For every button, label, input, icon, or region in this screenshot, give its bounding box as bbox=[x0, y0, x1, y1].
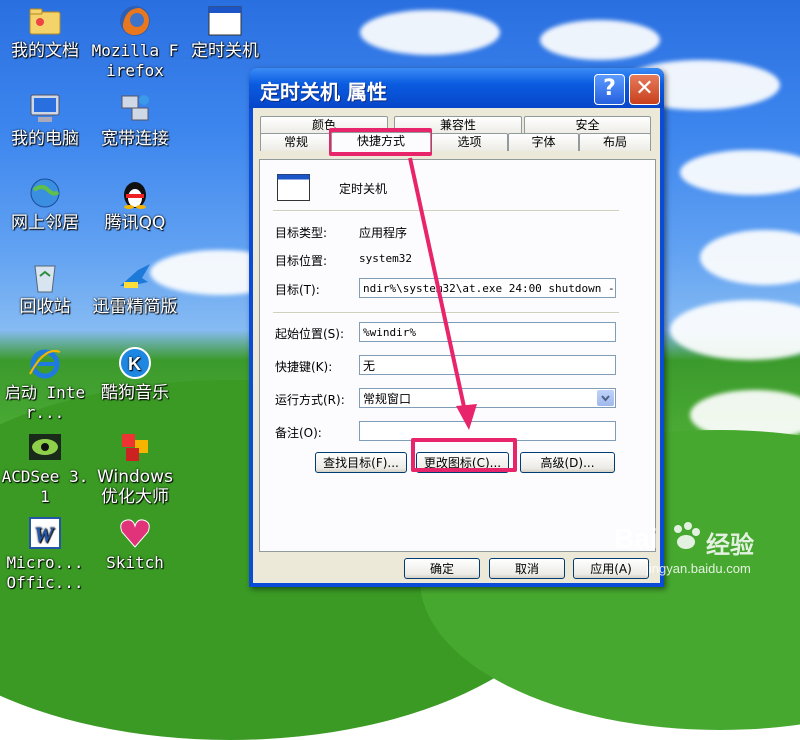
ok-button[interactable]: 确定 bbox=[404, 558, 480, 579]
target-type-label: 目标类型: bbox=[275, 226, 328, 240]
desktop-icon-firefox[interactable]: Mozilla Firefox bbox=[90, 4, 180, 81]
desktop-icon-label: Mozilla Firefox bbox=[91, 41, 179, 80]
folder-icon bbox=[28, 4, 62, 38]
svg-text:K: K bbox=[128, 354, 141, 374]
recycle-bin-icon bbox=[28, 260, 62, 294]
desktop-icon-label: 定时关机 bbox=[191, 41, 259, 61]
run-label: 运行方式(R): bbox=[275, 393, 345, 407]
network-connection-icon bbox=[118, 92, 152, 126]
paw-icon bbox=[668, 519, 702, 556]
start-in-label: 起始位置(S): bbox=[275, 327, 345, 341]
desktop-icon-label: 我的文档 bbox=[11, 41, 79, 61]
dialog-title: 定时关机 属性 bbox=[260, 80, 387, 104]
desktop-icon-ie[interactable]: 启动 Inter... bbox=[0, 346, 90, 423]
desktop-icon-label: ACDSee 3.1 bbox=[1, 467, 89, 506]
heart-icon bbox=[118, 516, 152, 550]
divider bbox=[273, 312, 619, 314]
tab-font[interactable]: 字体 bbox=[508, 133, 579, 151]
word-icon: W bbox=[28, 516, 62, 550]
desktop-icon-my-computer[interactable]: 我的电脑 bbox=[0, 92, 90, 149]
desktop-icon-qq[interactable]: 腾讯QQ bbox=[90, 176, 180, 233]
target-location-value: system32 bbox=[359, 252, 412, 265]
start-in-field[interactable]: %windir% bbox=[359, 322, 616, 342]
desktop-icon-label: 宽带连接 bbox=[101, 129, 169, 149]
advanced-button[interactable]: 高级(D)... bbox=[520, 452, 615, 473]
desktop-icon-label: Skitch bbox=[106, 553, 164, 572]
globe-icon bbox=[28, 176, 62, 210]
desktop-icon-office[interactable]: W Micro... Offic... bbox=[0, 516, 90, 593]
desktop-icon-label: 回收站 bbox=[19, 297, 71, 317]
shortcut-key-label: 快捷键(K): bbox=[275, 360, 333, 374]
optimizer-cubes-icon bbox=[118, 430, 152, 464]
tab-security[interactable]: 安全 bbox=[524, 116, 651, 134]
computer-icon bbox=[28, 92, 62, 126]
run-select-value: 常规窗口 bbox=[363, 392, 412, 406]
desktop-icon-network[interactable]: 网上邻居 bbox=[0, 176, 90, 233]
desktop-icon-label: Micro... Offic... bbox=[6, 553, 84, 592]
desktop-icon-broadband[interactable]: 宽带连接 bbox=[90, 92, 180, 149]
internet-explorer-icon bbox=[28, 346, 62, 380]
desktop-icon-thunder[interactable]: 迅雷精简版 bbox=[90, 260, 180, 317]
highlight-change-icon-button bbox=[411, 438, 517, 472]
properties-dialog: 定时关机 属性 ? ✕ 颜色 兼容性 安全 常规 快捷方式 选项 字体 布局 定… bbox=[249, 68, 664, 587]
dialog-client-area: 颜色 兼容性 安全 常规 快捷方式 选项 字体 布局 定时关机 目标类型: 应用… bbox=[253, 108, 660, 583]
tab-layout[interactable]: 布局 bbox=[579, 133, 651, 151]
tab-general[interactable]: 常规 bbox=[260, 133, 332, 151]
tab-options[interactable]: 选项 bbox=[431, 133, 508, 151]
help-button[interactable]: ? bbox=[594, 74, 625, 105]
desktop-icon-acdsee[interactable]: ACDSee 3.1 bbox=[0, 430, 90, 507]
desktop-icon-recycle-bin[interactable]: 回收站 bbox=[0, 260, 90, 317]
eye-icon bbox=[28, 430, 62, 464]
chevron-down-icon[interactable] bbox=[597, 390, 614, 406]
watermark-url: jingyan.baidu.com bbox=[646, 561, 751, 576]
divider bbox=[273, 210, 619, 212]
svg-text:W: W bbox=[34, 522, 55, 547]
desktop-icon-label: 启动 Inter... bbox=[4, 383, 86, 422]
shortcut-window-icon bbox=[277, 174, 311, 205]
target-type-value: 应用程序 bbox=[359, 226, 408, 240]
desktop-icon-label: 腾讯QQ bbox=[104, 213, 166, 233]
desktop-icon-label: Windows 优化大师 bbox=[97, 467, 173, 507]
desktop-icon-skitch[interactable]: Skitch bbox=[90, 516, 180, 573]
window-icon bbox=[208, 4, 242, 38]
desktop-icon-label: 酷狗音乐 bbox=[101, 383, 169, 403]
desktop-icon-shutdown-timer[interactable]: 定时关机 bbox=[180, 4, 270, 61]
desktop-icon-label: 网上邻居 bbox=[11, 213, 79, 233]
dialog-titlebar[interactable]: 定时关机 属性 ? ✕ bbox=[249, 68, 664, 108]
watermark-brand: Bai bbox=[614, 523, 658, 554]
penguin-icon bbox=[118, 176, 152, 210]
desktop-icon-label: 迅雷精简版 bbox=[92, 297, 178, 317]
target-label: 目标(T): bbox=[275, 283, 320, 297]
comment-label: 备注(O): bbox=[275, 426, 322, 440]
shortcut-key-field[interactable]: 无 bbox=[359, 355, 616, 375]
firefox-icon bbox=[118, 4, 152, 38]
shortcut-name: 定时关机 bbox=[339, 182, 388, 196]
desktop-icon-kugou[interactable]: K 酷狗音乐 bbox=[90, 346, 180, 403]
target-location-label: 目标位置: bbox=[275, 254, 328, 268]
find-target-button[interactable]: 查找目标(F)... bbox=[315, 452, 407, 473]
desktop-icon-my-documents[interactable]: 我的文档 bbox=[0, 4, 90, 61]
kugou-icon: K bbox=[118, 346, 152, 380]
desktop-icon-label: 我的电脑 bbox=[11, 129, 79, 149]
baidu-watermark: Bai 经验 jingyan.baidu.com bbox=[608, 505, 798, 585]
run-select[interactable]: 常规窗口 bbox=[359, 388, 616, 408]
thunder-bird-icon bbox=[118, 260, 152, 294]
desktop-icon-windows-optimizer[interactable]: Windows 优化大师 bbox=[90, 430, 180, 507]
target-field[interactable]: ndir%\system32\at.exe 24:00 shutdown -s bbox=[359, 278, 616, 298]
tab-shortcut[interactable]: 快捷方式 bbox=[331, 132, 431, 152]
cancel-button[interactable]: 取消 bbox=[489, 558, 565, 579]
close-button[interactable]: ✕ bbox=[629, 74, 660, 105]
shortcut-tab-panel: 定时关机 目标类型: 应用程序 目标位置: system32 目标(T): nd… bbox=[259, 159, 656, 552]
watermark-brand-suffix: 经验 bbox=[706, 531, 754, 559]
